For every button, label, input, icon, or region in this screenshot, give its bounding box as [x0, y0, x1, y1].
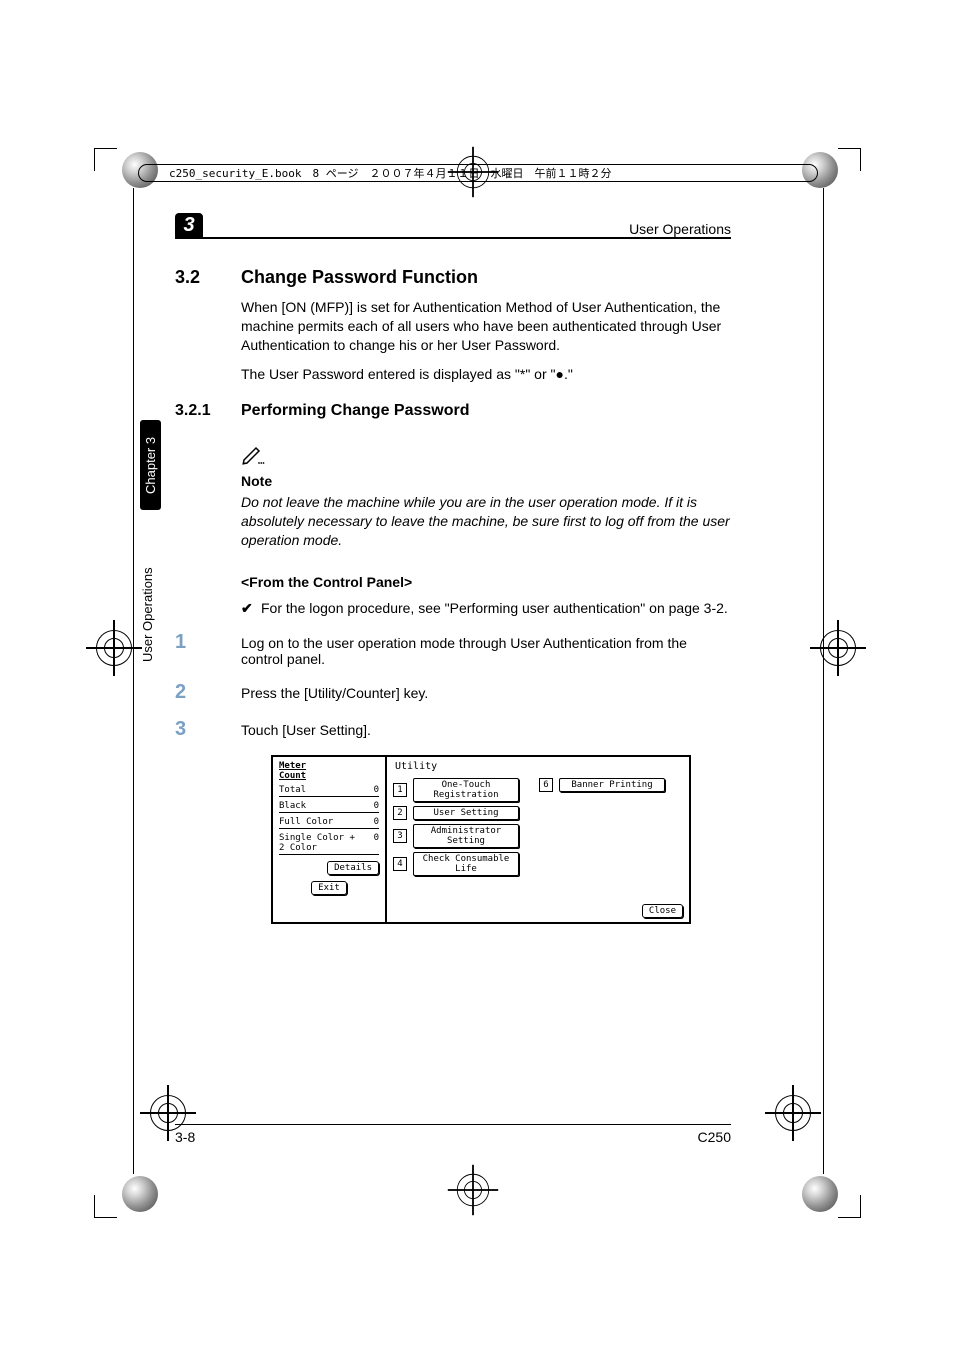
side-tab-title: User Operations — [140, 550, 155, 680]
section-number: 3.2 — [175, 267, 241, 288]
meter-value: 0 — [374, 833, 379, 853]
meter-row: Black 0 — [279, 801, 379, 813]
note-pencil-icon — [241, 442, 265, 466]
section-heading: 3.2 Change Password Function — [175, 267, 731, 288]
meter-value: 0 — [374, 801, 379, 811]
utility-button[interactable]: One-Touch Registration — [413, 778, 519, 802]
bullet-text: For the logon procedure, see "Performing… — [261, 600, 728, 617]
running-head: 3 User Operations — [175, 205, 731, 239]
step-row: 2 Press the [Utility/Counter] key. — [175, 681, 731, 704]
page-footer: 3-8 C250 — [175, 1124, 731, 1145]
utility-item: 1 One-Touch Registration — [393, 778, 519, 802]
step-row: 3 Touch [User Setting]. — [175, 718, 731, 741]
device-panel-screenshot: Meter Count Total 0 Black 0 Full Color 0 Si… — [271, 755, 731, 924]
sub-heading: <From the Control Panel> — [241, 574, 731, 590]
meter-label: Single Color + 2 Color — [279, 833, 355, 853]
footer-page: 3-8 — [175, 1129, 195, 1145]
meter-count-pane: Meter Count Total 0 Black 0 Full Color 0 Si… — [273, 757, 387, 922]
step-number: 1 — [175, 631, 241, 667]
registration-mark — [810, 620, 866, 676]
step-number: 3 — [175, 718, 241, 741]
footer-model: C250 — [698, 1129, 731, 1145]
side-tab-chapter: Chapter 3 — [140, 420, 161, 510]
utility-item: 2 User Setting — [393, 806, 519, 820]
prerequisite-bullet: ✔ For the logon procedure, see "Performi… — [241, 600, 731, 617]
utility-button[interactable]: Banner Printing — [559, 778, 665, 792]
utility-button[interactable]: Check Consumable Life — [413, 852, 519, 876]
step-text: Log on to the user operation mode throug… — [241, 631, 731, 667]
step-text: Press the [Utility/Counter] key. — [241, 681, 428, 704]
utility-num: 3 — [393, 829, 407, 843]
source-file-text: c250_security_E.book 8 ページ ２００７年４月１１日 水曜… — [169, 165, 611, 181]
meter-label: Full Color — [279, 817, 333, 827]
meter-label: Total — [279, 785, 306, 795]
utility-num: 2 — [393, 806, 407, 820]
utility-pane: Utility 1 One-Touch Registration 2 User Se… — [387, 757, 689, 922]
subsection-title: Performing Change Password — [241, 402, 470, 420]
paragraph: When [ON (MFP)] is set for Authenticatio… — [241, 298, 731, 355]
utility-button[interactable]: Administrator Setting — [413, 824, 519, 848]
note-text: Do not leave the machine while you are i… — [241, 493, 731, 550]
registration-mark — [765, 1085, 821, 1141]
crop-mark — [838, 1195, 861, 1218]
content-area: 3 User Operations 3.2 Change Password Fu… — [175, 205, 731, 924]
close-button[interactable]: Close — [642, 904, 683, 918]
subsection-number: 3.2.1 — [175, 402, 241, 420]
source-file-bar: c250_security_E.book 8 ページ ２００７年４月１１日 水曜… — [138, 164, 818, 182]
crop-mark — [94, 148, 117, 171]
utility-item: 3 Administrator Setting — [393, 824, 519, 848]
utility-button[interactable]: User Setting — [413, 806, 519, 820]
meter-row: Total 0 — [279, 785, 379, 797]
utility-item: 6 Banner Printing — [539, 778, 665, 792]
meter-row: Single Color + 2 Color 0 — [279, 833, 379, 855]
meter-value: 0 — [374, 785, 379, 795]
running-head-title: User Operations — [629, 221, 731, 237]
utility-num: 1 — [393, 783, 407, 797]
utility-num: 6 — [539, 778, 553, 792]
step-row: 1 Log on to the user operation mode thro… — [175, 631, 731, 667]
page: c250_security_E.book 8 ページ ２００７年４月１１日 水曜… — [0, 0, 954, 1350]
note-label: Note — [241, 472, 731, 491]
step-text: Touch [User Setting]. — [241, 718, 371, 741]
meter-header: Meter Count — [279, 761, 379, 781]
ornament-sphere — [122, 1176, 158, 1212]
crop-mark — [94, 1195, 117, 1218]
subsection-heading: 3.2.1 Performing Change Password — [175, 402, 731, 420]
step-number: 2 — [175, 681, 241, 704]
frame-line — [823, 188, 824, 1174]
meter-label: Black — [279, 801, 306, 811]
checkmark-icon: ✔ — [241, 600, 261, 617]
frame-line — [133, 188, 134, 1174]
utility-item: 4 Check Consumable Life — [393, 852, 519, 876]
note-block: Note Do not leave the machine while you … — [241, 442, 731, 550]
meter-value: 0 — [374, 817, 379, 827]
crop-mark — [838, 148, 861, 171]
section-title: Change Password Function — [241, 267, 478, 288]
chapter-badge: 3 — [175, 213, 203, 237]
utility-title: Utility — [393, 761, 683, 772]
details-button[interactable]: Details — [327, 861, 379, 875]
ornament-sphere — [802, 1176, 838, 1212]
meter-row: Full Color 0 — [279, 817, 379, 829]
paragraph: The User Password entered is displayed a… — [241, 365, 731, 384]
exit-button[interactable]: Exit — [311, 881, 347, 895]
utility-num: 4 — [393, 857, 407, 871]
registration-mark — [448, 1165, 498, 1215]
